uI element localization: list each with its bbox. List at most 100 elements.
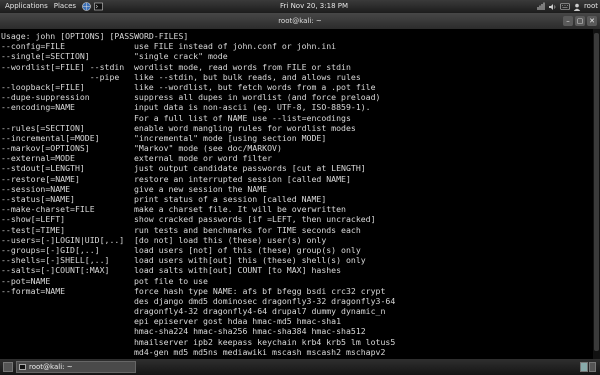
option-description: force hash type NAME: afs bf bfegg bsdi … (134, 285, 386, 296)
option-description: external mode or word filter (134, 153, 273, 164)
terminal-line: --config=FILE use FILE instead of john.co… (1, 41, 395, 51)
option-description: For a full list of NAME use --list=encod… (134, 112, 351, 123)
window-controls: – ▢ ✕ (563, 16, 597, 26)
terminal-line: --salts=[-]COUNT[:MAX] load salts with[ou… (1, 265, 395, 275)
scrollbar-thumb[interactable] (594, 33, 599, 351)
volume-icon[interactable] (548, 3, 557, 11)
option-description: pot file to use (134, 275, 208, 286)
terminal-line: --shells=[-]SHELL[,..] load users with[ou… (1, 255, 395, 265)
terminal-line: --users=[-]LOGIN|UID[,..] [do not] load t… (1, 235, 395, 245)
option-flag: --external=MODE (1, 153, 75, 164)
option-description: wordlist mode, read words from FILE or s… (134, 61, 351, 72)
option-description: show cracked passwords [if =LEFT, then u… (134, 214, 376, 225)
terminal-line: hmac-sha224 hmac-sha256 hmac-sha384 hmac… (1, 326, 395, 336)
option-flag: --wordlist[=FILE] --stdin (1, 61, 125, 72)
applications-menu[interactable]: Applications (0, 0, 51, 13)
option-description: like --wordlist, but fetch words from a … (134, 81, 376, 92)
workspace-2[interactable] (588, 362, 596, 372)
option-description: hmailserver ipb2 keepass keychain krb4 k… (134, 336, 396, 347)
option-description: md4-gen md5 md5ns mediawiki mscash mscas… (134, 346, 386, 357)
terminal-line: --status[=NAME] print status of a session… (1, 194, 395, 204)
option-flag: --loopback[=FILE] (1, 81, 85, 92)
terminal-line: md4-gen md5 md5ns mediawiki mscash mscas… (1, 347, 395, 357)
option-description: give a new session the NAME (134, 183, 268, 194)
web-browser-launcher-icon[interactable] (82, 2, 91, 11)
option-flag: --dupe-suppression (1, 92, 90, 103)
option-description: load users [not] of this (these) group(s… (134, 244, 361, 255)
option-description: epi episerver gost hdaa hmac-md5 hmac-sh… (134, 316, 342, 327)
terminal-line: --single[=SECTION] "single crack" mode (1, 51, 395, 61)
show-desktop-button[interactable] (3, 362, 13, 372)
system-tray: root (537, 0, 598, 13)
terminal-line: --wordlist[=FILE] --stdin wordlist mode, … (1, 62, 395, 72)
option-flag: --show[=LEFT] (1, 214, 66, 225)
terminal-line: For a full list of NAME use --list=encod… (1, 113, 395, 123)
option-flag: --restore[=NAME] (1, 173, 80, 184)
terminal-line: --incremental[=MODE] "incremental" mode [… (1, 133, 395, 143)
terminal-line-text: Usage: john [OPTIONS] [PASSWORD-FILES] (1, 31, 189, 41)
option-description: restore an interrupted session [called N… (134, 173, 351, 184)
terminal-lines: Usage: john [OPTIONS] [PASSWORD-FILES] --… (1, 31, 395, 357)
workspace-1[interactable] (580, 362, 588, 372)
option-flag: --status[=NAME] (1, 194, 75, 204)
option-flag: --groups=[-]GID[,..] (1, 244, 100, 255)
terminal-output[interactable]: Usage: john [OPTIONS] [PASSWORD-FILES] --… (0, 29, 600, 359)
terminal-line: --format=NAME force hash type NAME: afs b… (1, 286, 395, 296)
option-flag: --pot=NAME (1, 275, 51, 286)
network-icon[interactable] (537, 2, 545, 11)
taskbar-item-terminal[interactable]: root@kali: ~ (16, 361, 136, 373)
places-menu[interactable]: Places (51, 0, 79, 13)
option-description: "Markov" mode (see doc/MARKOV) (134, 143, 282, 154)
option-flag: --shells=[-]SHELL[,..] (1, 255, 110, 266)
workspace-switcher[interactable] (580, 362, 596, 372)
option-flag: --format=NAME (1, 285, 66, 296)
option-flag: --salts=[-]COUNT[:MAX] (1, 265, 110, 276)
window-titlebar[interactable]: root@kali: ~ – ▢ ✕ (0, 13, 600, 29)
window-title: root@kali: ~ (278, 17, 322, 25)
option-flag: --markov[=OPTIONS] (1, 143, 90, 154)
option-flag: --rules[=SECTION] (1, 122, 85, 133)
option-description: load salts with[out] COUNT [to MAX] hash… (134, 265, 342, 276)
option-description: print status of a session [called NAME] (134, 194, 327, 204)
option-description: suppress all dupes in wordlist (and forc… (134, 92, 381, 103)
option-flag: --test[=TIME] (1, 224, 66, 235)
user-icon[interactable] (573, 3, 581, 11)
terminal-launcher-icon[interactable] (94, 2, 103, 11)
option-description: make a charset file. It will be overwrit… (134, 204, 346, 215)
panel-user-name[interactable]: root (584, 0, 598, 13)
maximize-button[interactable]: ▢ (575, 16, 585, 26)
option-flag: --single[=SECTION] (1, 51, 90, 62)
option-description: load users with[out] this (these) shell(… (134, 255, 366, 266)
keyboard-icon[interactable] (560, 3, 570, 10)
option-flag: --incremental[=MODE] (1, 132, 100, 143)
option-flag: --stdout[=LENGTH] (1, 163, 85, 174)
option-description: [do not] load this (these) user(s) only (134, 234, 327, 245)
close-button[interactable]: ✕ (587, 16, 597, 26)
option-flag: --config=FILE (1, 41, 66, 52)
option-description: input data is non-ascii (eg. UTF-8, ISO-… (134, 102, 371, 113)
terminal-line: --pot=NAME pot file to use (1, 276, 395, 286)
option-flag: --pipe (1, 71, 120, 82)
option-description: like --stdin, but bulk reads, and allows… (134, 71, 361, 82)
bottom-panel: root@kali: ~ (0, 359, 600, 375)
terminal-line: --pipe like --stdin, but bulk reads, and … (1, 72, 395, 82)
top-panel: Applications Places Fri Nov 20, 3:18 PM … (0, 0, 600, 13)
terminal-line: --dupe-suppression suppress all dupes in … (1, 92, 395, 102)
option-description: just output candidate passwords [cut at … (134, 163, 366, 174)
terminal-line: --markov[=OPTIONS] "Markov" mode (see doc… (1, 143, 395, 153)
option-description: hmac-sha224 hmac-sha256 hmac-sha384 hmac… (134, 326, 366, 337)
taskbar-item-label: root@kali: ~ (29, 363, 73, 371)
option-description: des django dmd5 dominosec dragonfly3-32 … (134, 295, 396, 306)
terminal-line: Usage: john [OPTIONS] [PASSWORD-FILES] (1, 31, 395, 41)
terminal-line: hmailserver ipb2 keepass keychain krb4 k… (1, 337, 395, 347)
minimize-button[interactable]: – (563, 16, 573, 26)
terminal-line: --make-charset=FILE make a charset file. … (1, 204, 395, 214)
terminal-line: dragonfly4-32 dragonfly4-64 drupal7 dumm… (1, 306, 395, 316)
panel-clock[interactable]: Fri Nov 20, 3:18 PM (280, 0, 348, 13)
option-description: dragonfly4-32 dragonfly4-64 drupal7 dumm… (134, 306, 386, 317)
terminal-line: --external=MODE external mode or word fil… (1, 153, 395, 163)
option-flag: --make-charset=FILE (1, 204, 95, 215)
option-description: enable word mangling rules for wordlist … (134, 122, 356, 133)
option-flag: --encoding=NAME (1, 102, 75, 113)
terminal-line: epi episerver gost hdaa hmac-md5 hmac-sh… (1, 316, 395, 326)
